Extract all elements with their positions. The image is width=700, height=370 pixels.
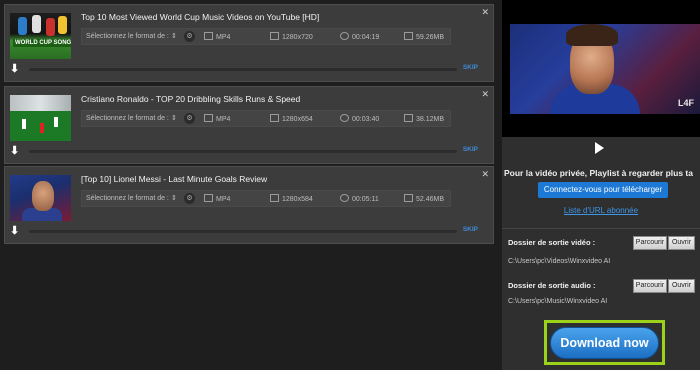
- size-info: 59.26MB: [404, 32, 444, 41]
- right-panel: L4F Pour la vidéo privée, Playlist à reg…: [502, 0, 700, 370]
- size-info: 52.46MB: [404, 194, 444, 203]
- download-now-button[interactable]: Download now: [550, 327, 659, 359]
- video-open-button[interactable]: Ouvrir: [668, 236, 695, 250]
- film-icon: [204, 194, 213, 202]
- resolution-icon: [270, 32, 279, 40]
- private-video-text: Pour la vidéo privée, Playlist à regarde…: [504, 168, 693, 178]
- file-size-icon: [404, 32, 413, 40]
- format-info: MP4: [204, 114, 230, 123]
- size-info: 38.12MB: [404, 114, 444, 123]
- download-arrow-icon: ⬇: [10, 225, 20, 237]
- download-arrow-icon: ⬇: [10, 145, 20, 157]
- clock-icon: [340, 194, 349, 202]
- channel-logo: L4F: [677, 98, 694, 108]
- remove-item-icon[interactable]: ✕: [481, 89, 489, 100]
- download-now-highlight: Download now: [544, 320, 665, 365]
- video-thumbnail: WORLD CUP SONGS: [10, 13, 71, 59]
- download-item: [Top 10] Lionel Messi - Last Minute Goal…: [4, 166, 494, 244]
- format-select[interactable]: Sélectionnez le format de : ⇕: [86, 114, 177, 122]
- video-thumbnail: [10, 175, 71, 221]
- divider: [502, 228, 700, 229]
- format-select[interactable]: Sélectionnez le format de : ⇕: [86, 194, 177, 202]
- video-title: Top 10 Most Viewed World Cup Music Video…: [81, 12, 320, 22]
- video-title: Cristiano Ronaldo - TOP 20 Dribbling Ski…: [81, 94, 301, 104]
- clock-icon: [340, 114, 349, 122]
- video-title: [Top 10] Lionel Messi - Last Minute Goal…: [81, 174, 268, 184]
- format-settings-icon[interactable]: ⚙: [184, 113, 195, 124]
- download-arrow-icon: ⬇: [10, 63, 20, 75]
- remove-item-icon[interactable]: ✕: [481, 169, 489, 180]
- resolution-icon: [270, 114, 279, 122]
- format-info: MP4: [204, 194, 230, 203]
- thumbnail-label: WORLD CUP SONGS: [13, 39, 71, 47]
- duration-info: 00:03:40: [340, 114, 379, 123]
- file-size-icon: [404, 114, 413, 122]
- video-thumbnail: [10, 95, 71, 141]
- download-item: WORLD CUP SONGS Top 10 Most Viewed World…: [4, 4, 494, 82]
- format-select[interactable]: Sélectionnez le format de : ⇕: [86, 32, 177, 40]
- duration-info: 00:05:11: [340, 194, 379, 203]
- skip-button[interactable]: SKIP: [463, 64, 478, 71]
- format-row: Sélectionnez le format de : ⇕ ⚙ MP4 1280…: [81, 190, 451, 207]
- resolution-info: 1280x584: [270, 194, 313, 203]
- audio-output-label: Dossier de sortie audio :: [508, 281, 596, 290]
- progress-bar: [29, 68, 457, 71]
- clock-icon: [340, 32, 349, 40]
- progress-bar: [29, 150, 457, 153]
- audio-output-path: C:\Users\pc\Music\Winxvideo AI: [508, 298, 608, 305]
- progress-bar: [29, 230, 457, 233]
- audio-open-button[interactable]: Ouvrir: [668, 279, 695, 293]
- format-row: Sélectionnez le format de : ⇕ ⚙ MP4 1280…: [81, 110, 451, 127]
- film-icon: [204, 32, 213, 40]
- resolution-info: 1280x720: [270, 32, 313, 41]
- connect-button[interactable]: Connectez-vous pour télécharger: [538, 182, 668, 198]
- video-output-label: Dossier de sortie vidéo :: [508, 238, 596, 247]
- video-output-path: C:\Users\pc\Videos\Winxvideo AI: [508, 258, 611, 265]
- format-settings-icon[interactable]: ⚙: [184, 31, 195, 42]
- format-row: Sélectionnez le format de : ⇕ ⚙ MP4 1280…: [81, 28, 451, 45]
- duration-info: 00:04:19: [340, 32, 379, 41]
- skip-button[interactable]: SKIP: [463, 146, 478, 153]
- skip-button[interactable]: SKIP: [463, 226, 478, 233]
- format-settings-icon[interactable]: ⚙: [184, 193, 195, 204]
- video-browse-button[interactable]: Parcourir: [633, 236, 667, 250]
- play-icon[interactable]: [595, 142, 604, 154]
- resolution-icon: [270, 194, 279, 202]
- audio-browse-button[interactable]: Parcourir: [633, 279, 667, 293]
- subscribed-url-list-link[interactable]: Liste d'URL abonnée: [502, 206, 700, 215]
- video-preview[interactable]: L4F: [502, 0, 700, 137]
- download-item: Cristiano Ronaldo - TOP 20 Dribbling Ski…: [4, 86, 494, 164]
- file-size-icon: [404, 194, 413, 202]
- remove-item-icon[interactable]: ✕: [481, 7, 489, 18]
- film-icon: [204, 114, 213, 122]
- format-info: MP4: [204, 32, 230, 41]
- app-window: WORLD CUP SONGS Top 10 Most Viewed World…: [0, 0, 700, 370]
- resolution-info: 1280x654: [270, 114, 313, 123]
